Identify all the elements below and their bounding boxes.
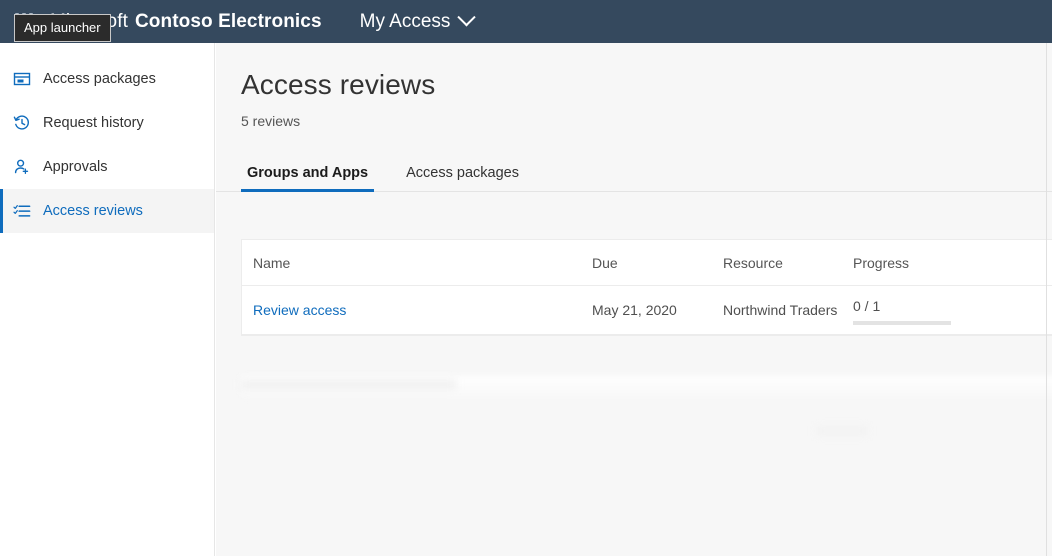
faded-blob — [241, 379, 456, 390]
tab-label: Groups and Apps — [247, 165, 368, 181]
history-clock-icon — [12, 113, 32, 133]
sidebar-item-access-reviews[interactable]: Access reviews — [0, 189, 214, 233]
page-title: Access reviews — [216, 43, 1052, 101]
person-add-icon — [12, 157, 32, 177]
main-content: Access reviews 5 reviews Groups and Apps… — [216, 43, 1052, 556]
chevron-down-icon — [458, 8, 476, 26]
tab-label: Access packages — [406, 165, 519, 181]
review-name-link[interactable]: Review access — [253, 302, 592, 318]
app-launcher-tooltip: App launcher — [14, 14, 111, 42]
package-icon — [12, 69, 32, 89]
sidebar-item-request-history[interactable]: Request history — [0, 101, 214, 145]
table-header-row: Name Due Resource Progress — [242, 240, 1052, 286]
sidebar-item-access-packages[interactable]: Access packages — [0, 57, 214, 101]
checklist-icon — [12, 201, 32, 221]
content-right-edge — [1046, 43, 1047, 556]
review-count-subtitle: 5 reviews — [216, 101, 1052, 129]
tab-groups-and-apps[interactable]: Groups and Apps — [241, 165, 374, 191]
review-due-date: May 21, 2020 — [592, 302, 723, 318]
sidebar-item-label: Approvals — [43, 159, 107, 175]
progress-bar — [853, 321, 951, 325]
column-header-resource: Resource — [723, 255, 853, 271]
brand-organization: Contoso Electronics — [135, 11, 322, 33]
access-reviews-table: Name Due Resource Progress Review access… — [241, 239, 1052, 336]
column-header-progress: Progress — [853, 255, 1033, 271]
review-resource: Northwind Traders — [723, 302, 853, 318]
suite-header-bar: Microsoft Contoso Electronics My Access — [0, 0, 1052, 43]
column-header-due: Due — [592, 255, 723, 271]
sidebar-item-label: Access packages — [43, 71, 156, 87]
progress-label: 0 / 1 — [853, 298, 1033, 314]
tab-access-packages[interactable]: Access packages — [400, 165, 525, 191]
faded-content-overlay — [241, 376, 1052, 402]
left-navigation: Access packages Request history — [0, 43, 215, 556]
table-row[interactable]: Review access May 21, 2020 Northwind Tra… — [242, 286, 1052, 335]
app-name-label: My Access — [360, 11, 451, 33]
sidebar-item-approvals[interactable]: Approvals — [0, 145, 214, 189]
content-tabs: Groups and Apps Access packages — [216, 156, 1052, 192]
column-header-name: Name — [253, 255, 592, 271]
sidebar-item-label: Access reviews — [43, 203, 143, 219]
app-name-dropdown[interactable]: My Access — [360, 11, 474, 33]
review-name-label: Review access — [253, 302, 346, 318]
review-progress: 0 / 1 — [853, 296, 1033, 325]
my-access-page: Microsoft Contoso Electronics My Access … — [0, 0, 1052, 556]
faded-blob — [816, 426, 868, 436]
sidebar-item-label: Request history — [43, 115, 144, 131]
